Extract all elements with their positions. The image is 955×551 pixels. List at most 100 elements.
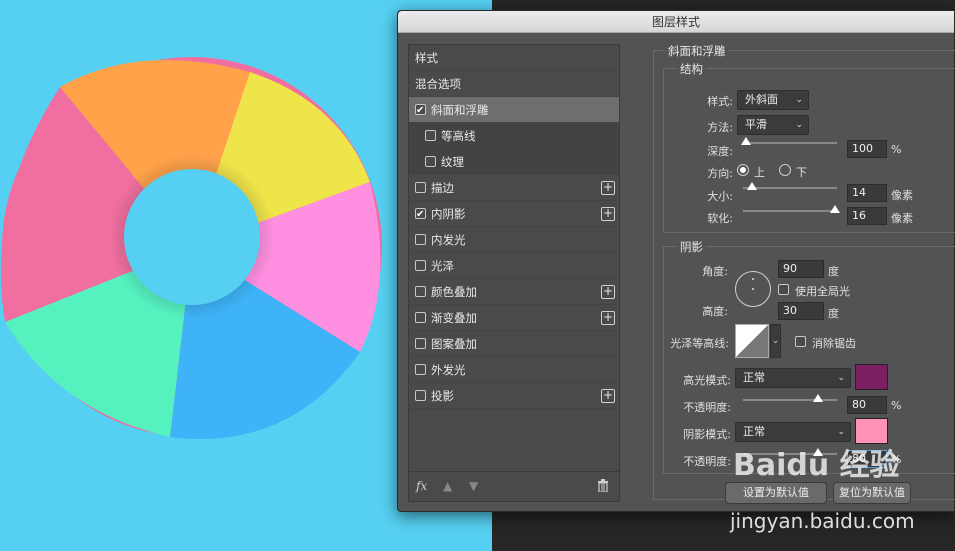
altitude-input[interactable]: 30 <box>778 302 824 320</box>
style-item-pattern-overlay[interactable]: 图案叠加 <box>409 331 619 357</box>
soften-input[interactable]: 16 <box>847 207 887 225</box>
altitude-unit: 度 <box>828 307 839 320</box>
technique-value: 平滑 <box>745 118 767 131</box>
pattern-overlay-checkbox[interactable] <box>415 338 426 349</box>
size-slider-handle[interactable] <box>747 182 758 190</box>
style-item-color-overlay[interactable]: 颜色叠加 + <box>409 279 619 305</box>
styles-header-label: 样式 <box>415 51 438 65</box>
style-item-texture[interactable]: 纹理 <box>409 149 619 175</box>
soften-unit: 像素 <box>891 212 913 225</box>
inner-shadow-label: 内阴影 <box>431 207 466 221</box>
shading-title: 阴影 <box>677 239 706 255</box>
highlight-opacity-label: 不透明度: <box>683 401 731 414</box>
direction-down-radio[interactable] <box>779 164 791 176</box>
depth-slider-handle[interactable] <box>740 137 751 145</box>
add-drop-shadow-plus-icon[interactable]: + <box>601 389 615 403</box>
angle-input[interactable]: 90 <box>778 260 824 278</box>
reset-default-button[interactable]: 复位为默认值 <box>833 482 911 504</box>
structure-title: 结构 <box>677 61 706 77</box>
texture-label: 纹理 <box>441 155 464 169</box>
style-item-stroke[interactable]: 描边 + <box>409 175 619 201</box>
texture-checkbox[interactable] <box>425 156 436 167</box>
styles-header[interactable]: 样式 <box>409 45 619 71</box>
bevel-style-select[interactable]: 外斜面 ⌄ <box>737 90 809 110</box>
arrow-down-icon[interactable]: ▼ <box>469 479 478 493</box>
antialias-checkbox[interactable] <box>795 336 806 347</box>
highlight-opacity-unit: % <box>891 399 902 412</box>
chevron-down-icon: ⌄ <box>795 120 803 130</box>
contour-label: 等高线 <box>441 129 476 143</box>
dialog-title: 图层样式 <box>398 11 954 33</box>
bevel-emboss-label: 斜面和浮雕 <box>431 103 489 117</box>
highlight-mode-select[interactable]: 正常 ⌄ <box>735 368 851 388</box>
pattern-overlay-label: 图案叠加 <box>431 337 477 351</box>
technique-label: 方法: <box>707 121 733 134</box>
arrow-up-icon[interactable]: ▲ <box>443 479 452 493</box>
size-unit: 像素 <box>891 189 913 202</box>
blending-options-item[interactable]: 混合选项 <box>409 71 619 97</box>
soften-slider-handle[interactable] <box>830 205 841 213</box>
shadow-opacity-label: 不透明度: <box>683 455 731 468</box>
gloss-contour-picker[interactable] <box>735 324 769 358</box>
soften-slider[interactable] <box>743 205 841 213</box>
style-item-inner-shadow[interactable]: 内阴影 + <box>409 201 619 228</box>
make-default-button[interactable]: 设置为默认值 <box>725 482 827 504</box>
bevel-emboss-title: 斜面和浮雕 <box>665 43 729 59</box>
drop-shadow-checkbox[interactable] <box>415 390 426 401</box>
angle-label: 角度: <box>702 265 728 278</box>
satin-checkbox[interactable] <box>415 260 426 271</box>
angle-dial[interactable] <box>735 271 771 307</box>
depth-input[interactable]: 100 <box>847 140 887 158</box>
fx-icon[interactable]: fx <box>416 479 427 493</box>
shadow-mode-value: 正常 <box>743 425 765 438</box>
gradient-overlay-checkbox[interactable] <box>415 312 426 323</box>
bevel-settings-panel: 斜面和浮雕 结构 样式: 外斜面 ⌄ 方法: 平滑 ⌄ 深度: 100 % 方向: … <box>653 43 955 504</box>
style-item-inner-glow[interactable]: 内发光 <box>409 227 619 253</box>
satin-label: 光泽 <box>431 259 454 273</box>
depth-unit: % <box>891 143 902 156</box>
size-input[interactable]: 14 <box>847 184 887 202</box>
angle-unit: 度 <box>828 265 839 278</box>
highlight-opacity-handle[interactable] <box>813 394 824 402</box>
size-label: 大小: <box>707 190 733 203</box>
add-gradient-overlay-plus-icon[interactable]: + <box>601 311 615 325</box>
global-light-checkbox[interactable] <box>778 284 789 295</box>
altitude-label: 高度: <box>702 305 728 318</box>
contour-checkbox[interactable] <box>425 130 436 141</box>
gloss-contour-dropdown-icon[interactable]: ⌄ <box>770 324 781 358</box>
gradient-overlay-label: 渐变叠加 <box>431 311 477 325</box>
style-item-drop-shadow[interactable]: 投影 + <box>409 383 619 409</box>
inner-shadow-checkbox[interactable] <box>415 202 426 228</box>
outer-glow-label: 外发光 <box>431 363 466 377</box>
highlight-opacity-slider[interactable] <box>743 394 837 402</box>
color-overlay-label: 颜色叠加 <box>431 285 477 299</box>
donut-artwork <box>0 57 382 439</box>
depth-slider[interactable] <box>740 137 837 145</box>
color-overlay-checkbox[interactable] <box>415 286 426 297</box>
chevron-down-icon: ⌄ <box>837 427 845 437</box>
stroke-checkbox[interactable] <box>415 182 426 193</box>
style-item-outer-glow[interactable]: 外发光 <box>409 357 619 383</box>
outer-glow-checkbox[interactable] <box>415 364 426 375</box>
direction-label: 方向: <box>707 167 733 180</box>
size-slider[interactable] <box>743 182 837 190</box>
bevel-emboss-checkbox[interactable] <box>415 98 426 124</box>
inner-glow-label: 内发光 <box>431 233 466 247</box>
add-color-overlay-plus-icon[interactable]: + <box>601 285 615 299</box>
style-item-gradient-overlay[interactable]: 渐变叠加 + <box>409 305 619 331</box>
technique-select[interactable]: 平滑 ⌄ <box>737 115 809 135</box>
layer-style-dialog: 图层样式 样式 混合选项 斜面和浮雕 等高线 纹理 描边 + 内阴影 + <box>397 10 955 512</box>
highlight-mode-value: 正常 <box>743 371 765 384</box>
trash-icon[interactable] <box>597 479 609 495</box>
style-item-bevel-emboss[interactable]: 斜面和浮雕 <box>409 97 619 124</box>
direction-up-radio[interactable] <box>737 164 749 176</box>
shadow-mode-select[interactable]: 正常 ⌄ <box>735 422 851 442</box>
highlight-color-swatch[interactable] <box>855 364 888 390</box>
inner-glow-checkbox[interactable] <box>415 234 426 245</box>
style-item-contour[interactable]: 等高线 <box>409 123 619 149</box>
highlight-mode-label: 高光模式: <box>683 374 731 387</box>
highlight-opacity-input[interactable]: 80 <box>847 396 887 414</box>
add-stroke-plus-icon[interactable]: + <box>601 181 615 195</box>
style-item-satin[interactable]: 光泽 <box>409 253 619 279</box>
add-inner-shadow-plus-icon[interactable]: + <box>601 207 615 221</box>
